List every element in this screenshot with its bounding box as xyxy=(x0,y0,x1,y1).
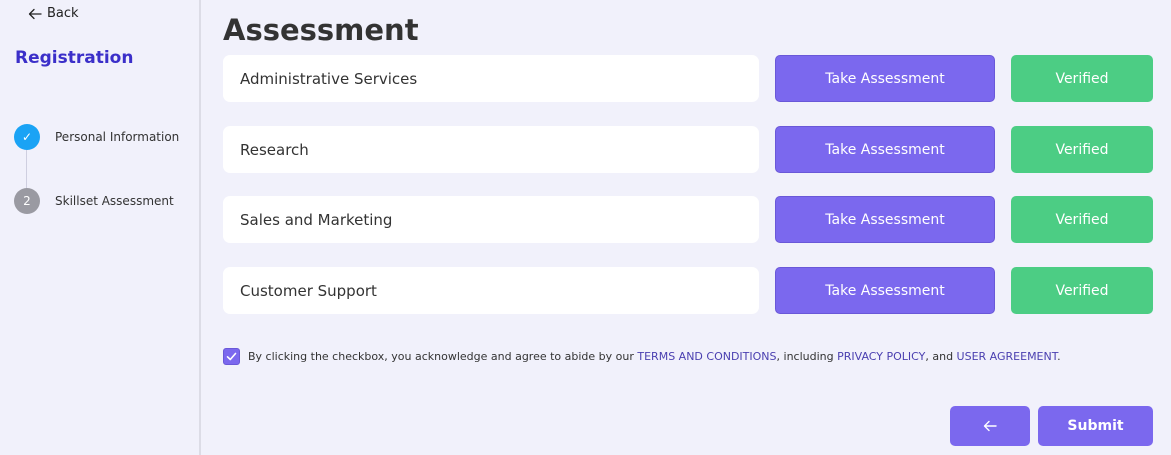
agreement-text-mid1: , including xyxy=(776,350,838,363)
user-agreement-link[interactable]: USER AGREEMENT xyxy=(957,350,1058,363)
take-assessment-button[interactable]: Take Assessment xyxy=(775,267,995,314)
step-label: Personal Information xyxy=(55,130,180,144)
checkmark-icon xyxy=(226,352,237,361)
take-assessment-button[interactable]: Take Assessment xyxy=(775,196,995,243)
privacy-policy-link[interactable]: PRIVACY POLICY xyxy=(837,350,925,363)
assessment-name: Administrative Services xyxy=(223,55,759,102)
verified-badge[interactable]: Verified xyxy=(1011,126,1153,173)
terms-link[interactable]: TERMS AND CONDITIONS xyxy=(637,350,776,363)
agreement-text-after: . xyxy=(1057,350,1061,363)
check-icon: ✓ xyxy=(14,124,40,150)
verified-badge[interactable]: Verified xyxy=(1011,55,1153,102)
agreement: By clicking the checkbox, you acknowledg… xyxy=(223,348,1061,365)
step-number: 2 xyxy=(14,188,40,214)
agreement-text-before: By clicking the checkbox, you acknowledg… xyxy=(248,350,638,363)
sidebar-title: Registration xyxy=(15,48,134,68)
page-title: Assessment xyxy=(223,13,419,47)
verified-badge[interactable]: Verified xyxy=(1011,196,1153,243)
assessment-row: Administrative Services Take Assessment … xyxy=(223,55,1153,102)
arrow-left-icon xyxy=(28,8,42,19)
agreement-checkbox[interactable] xyxy=(223,348,240,365)
back-link[interactable]: Back xyxy=(28,6,79,21)
submit-button[interactable]: Submit xyxy=(1038,406,1153,446)
take-assessment-button[interactable]: Take Assessment xyxy=(775,126,995,173)
arrow-left-icon xyxy=(983,420,997,432)
sidebar: Back Registration ✓ Personal Information… xyxy=(0,0,201,455)
assessment-row: Customer Support Take Assessment Verifie… xyxy=(223,267,1153,314)
assessment-row: Research Take Assessment Verified xyxy=(223,126,1153,173)
assessment-name: Research xyxy=(223,126,759,173)
agreement-text-mid2: , and xyxy=(925,350,957,363)
take-assessment-button[interactable]: Take Assessment xyxy=(775,55,995,102)
assessment-name: Customer Support xyxy=(223,267,759,314)
step-label: Skillset Assessment xyxy=(55,194,174,208)
assessment-row: Sales and Marketing Take Assessment Veri… xyxy=(223,196,1153,243)
verified-badge[interactable]: Verified xyxy=(1011,267,1153,314)
agreement-text: By clicking the checkbox, you acknowledg… xyxy=(248,350,1061,363)
registration-app: Back Registration ✓ Personal Information… xyxy=(0,0,1171,455)
assessment-name: Sales and Marketing xyxy=(223,196,759,243)
step-personal-information[interactable]: ✓ Personal Information xyxy=(14,124,179,150)
step-skillset-assessment[interactable]: 2 Skillset Assessment xyxy=(14,188,174,214)
step-connector xyxy=(26,150,27,190)
back-label: Back xyxy=(47,6,79,21)
previous-button[interactable] xyxy=(950,406,1030,446)
